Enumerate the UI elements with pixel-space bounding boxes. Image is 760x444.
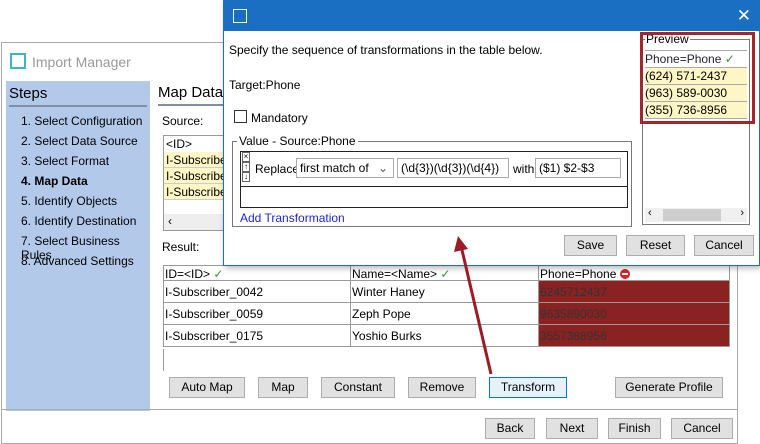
arrow-head-icon [454,236,468,252]
annotation-arrow [454,236,493,375]
arrow-line [460,249,493,375]
